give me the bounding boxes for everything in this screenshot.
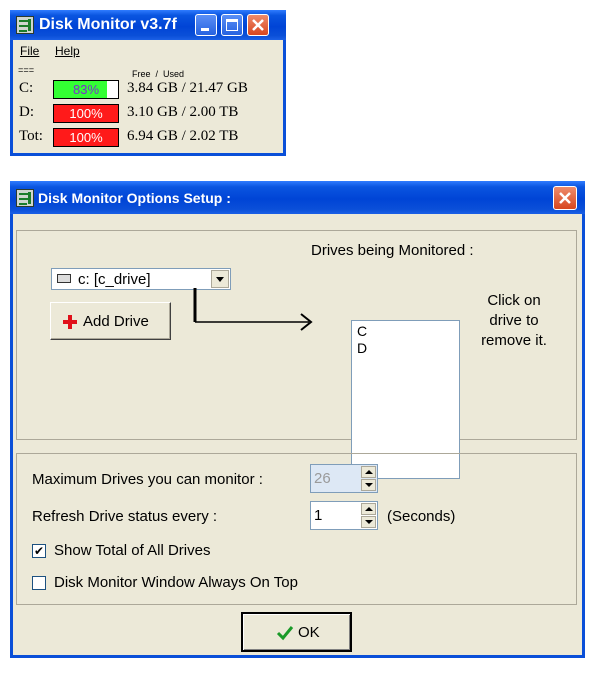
drive-d-sizes: 3.10 GB / 2.00 TB	[127, 104, 239, 120]
monitored-drives-header: Drives being Monitored :	[311, 242, 474, 259]
refresh-label: Refresh Drive status every :	[32, 508, 218, 525]
max-drives-down-icon[interactable]	[361, 479, 376, 491]
ok-button[interactable]: OK	[241, 612, 352, 652]
minimize-button[interactable]	[195, 14, 217, 36]
hint-line: drive to	[489, 312, 539, 329]
show-total-label[interactable]: Show Total of All Drives	[54, 542, 210, 559]
drive-c-label: C:	[19, 80, 34, 96]
max-drives-spinner[interactable]: 26	[310, 464, 378, 493]
hint-line: Click on	[487, 292, 541, 309]
drive-c-sizes: 3.84 GB / 21.47 GB	[127, 80, 248, 96]
drive-d-usage-bar: 100%	[53, 104, 119, 123]
add-drive-label: Add Drive	[83, 313, 149, 330]
add-drive-button[interactable]: Add Drive	[50, 302, 171, 340]
arrow-icon	[193, 288, 313, 331]
drive-c-usage-bar: 83%	[53, 80, 119, 99]
remove-hint: Click on drive to remove it.	[467, 291, 561, 351]
drive-select-value: c: [c_drive]	[78, 271, 151, 288]
refresh-unit: (Seconds)	[387, 508, 456, 525]
total-sizes: 6.94 GB / 2.02 TB	[127, 128, 239, 144]
mini-titlebar[interactable]: Disk Monitor v3.7f	[10, 10, 286, 40]
options-body: c: [c_drive] Add Drive Drives being Moni…	[13, 214, 582, 655]
list-item[interactable]: D	[352, 340, 459, 357]
max-drives-label: Maximum Drives you can monitor :	[32, 471, 263, 488]
settings-group: Maximum Drives you can monitor : 26 Refr…	[16, 453, 577, 605]
disk-monitor-window: Disk Monitor v3.7f File Help === Free / …	[10, 10, 286, 156]
mini-body: File Help === Free / Used C: 83% 3.84 GB…	[13, 40, 283, 153]
drives-group: c: [c_drive] Add Drive Drives being Moni…	[16, 230, 577, 479]
refresh-spinner[interactable]: 1	[310, 501, 378, 530]
options-dialog: Disk Monitor Options Setup : c: [c_drive…	[10, 181, 585, 658]
drive-d-label: D:	[19, 104, 34, 120]
options-titlebar[interactable]: Disk Monitor Options Setup :	[10, 181, 585, 214]
ok-label: OK	[298, 624, 320, 641]
hint-line: remove it.	[481, 332, 547, 349]
max-drives-value: 26	[314, 470, 331, 487]
separator-text: ===	[18, 66, 35, 76]
drive-c-percent: 83%	[72, 82, 100, 97]
options-close-button[interactable]	[553, 186, 577, 210]
refresh-up-icon[interactable]	[361, 503, 376, 515]
free-used-header: Free / Used	[132, 69, 185, 79]
total-label: Tot:	[19, 128, 43, 144]
checkmark-icon: ✔	[33, 544, 45, 558]
checkmark-icon	[276, 626, 294, 641]
maximize-button[interactable]	[221, 14, 243, 36]
refresh-down-icon[interactable]	[361, 516, 376, 528]
disk-monitor-app-icon	[16, 16, 34, 34]
total-percent: 100%	[69, 130, 103, 145]
drive-d-percent: 100%	[69, 106, 103, 121]
always-on-top-label[interactable]: Disk Monitor Window Always On Top	[54, 574, 298, 591]
menu-help[interactable]: Help	[55, 44, 80, 58]
options-dialog-title: Disk Monitor Options Setup :	[38, 190, 231, 206]
hard-drive-icon	[57, 274, 71, 283]
options-app-icon	[16, 189, 34, 207]
close-icon	[252, 19, 264, 31]
list-item[interactable]: C	[352, 323, 459, 340]
close-icon	[559, 192, 571, 204]
max-drives-up-icon[interactable]	[361, 466, 376, 478]
menu-file[interactable]: File	[20, 44, 39, 58]
mini-window-title: Disk Monitor v3.7f	[39, 16, 177, 33]
total-usage-bar: 100%	[53, 128, 119, 147]
mini-close-button[interactable]	[247, 14, 269, 36]
always-on-top-checkbox[interactable]	[32, 576, 46, 590]
show-total-checkbox[interactable]: ✔	[32, 544, 46, 558]
refresh-value: 1	[314, 507, 323, 524]
maximize-icon	[226, 19, 238, 31]
plus-icon	[63, 315, 77, 329]
minimize-icon	[201, 28, 209, 31]
